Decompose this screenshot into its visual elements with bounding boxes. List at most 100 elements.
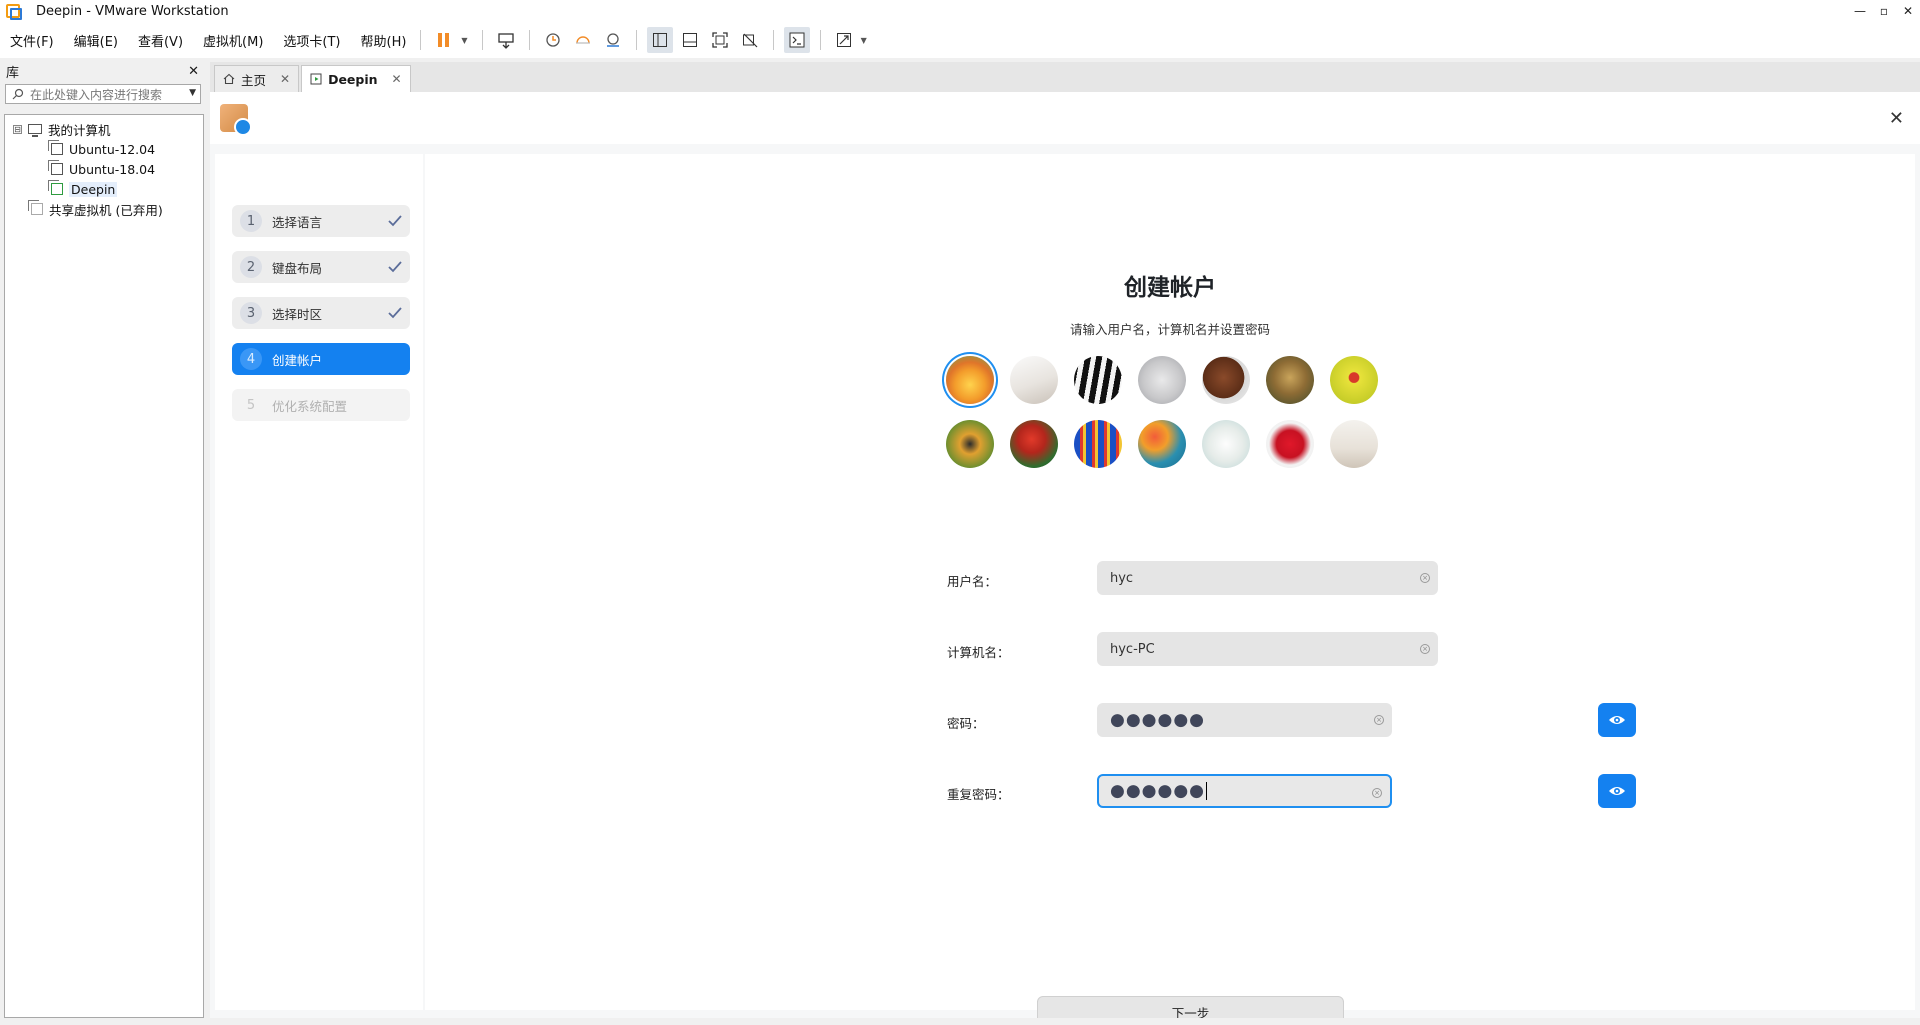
hostname-value: hyc-PC [1110, 641, 1155, 657]
tab-home[interactable]: 主页 ✕ [214, 65, 300, 92]
next-button[interactable]: 下一步 [1037, 996, 1344, 1018]
avatar-paper[interactable] [1010, 356, 1058, 404]
tree-item-shared-vms[interactable]: 共享虚拟机 (已弃用) [5, 199, 203, 219]
page-title: 创建帐户 [1124, 275, 1216, 301]
tree-label: Deepin [69, 181, 118, 197]
step-number: 1 [240, 210, 262, 232]
avatar-room[interactable] [1330, 420, 1378, 468]
pause-dropdown-icon[interactable]: ▼ [461, 36, 467, 45]
installer-close-button[interactable]: ✕ [1889, 108, 1904, 129]
unity-icon[interactable] [737, 27, 763, 53]
hostname-field[interactable]: hyc-PC × [1097, 632, 1438, 666]
eye-icon [1609, 716, 1625, 724]
repeat-password-value: ●●●●●● [1110, 781, 1206, 801]
tab-close-icon[interactable]: ✕ [280, 72, 290, 86]
computer-icon [28, 124, 42, 137]
avatar-horse[interactable] [1202, 356, 1250, 404]
menu-file[interactable]: 文件(F) [10, 31, 54, 50]
search-icon [12, 88, 24, 100]
tree-item-vm[interactable]: Ubuntu-18.04 [5, 159, 203, 179]
tree-label: Ubuntu-12.04 [69, 141, 156, 157]
search-placeholder: 在此处键入内容进行搜索 [30, 87, 163, 102]
avatar-ladybug[interactable] [1330, 356, 1378, 404]
avatar-balloon[interactable] [1074, 420, 1122, 468]
tab-close-icon[interactable]: ✕ [392, 72, 402, 86]
home-icon [223, 73, 235, 85]
show-password-button[interactable] [1598, 703, 1636, 737]
repeat-password-field[interactable]: ●●●●●● × [1097, 774, 1392, 808]
library-view-icon[interactable] [646, 27, 673, 53]
tree-item-vm[interactable]: Ubuntu-12.04 [5, 139, 203, 159]
username-label: 用户名： [947, 574, 998, 589]
library-search-input[interactable]: 在此处键入内容进行搜索 ▼ [5, 84, 201, 104]
stretch-icon[interactable] [831, 27, 857, 53]
avatar-ribbon[interactable] [1202, 420, 1250, 468]
username-field[interactable]: hyc × [1097, 561, 1438, 595]
step-label: 创建帐户 [272, 352, 323, 368]
username-value: hyc [1110, 570, 1134, 586]
running-vm-icon [48, 180, 63, 195]
avatar-flower[interactable] [946, 356, 994, 404]
avatar-balloons[interactable] [1138, 420, 1186, 468]
step-number: 4 [240, 348, 262, 370]
page-subtitle: 请输入用户名，计算机名并设置密码 [1069, 322, 1270, 337]
installer-steps: 1 选择语言 2 键盘布局 3 选择时区 4 创建帐户 5 优化系统配置 [215, 154, 423, 1010]
avatar-heart[interactable] [1266, 420, 1314, 468]
eye-icon [1609, 787, 1625, 795]
clear-icon[interactable]: × [1420, 573, 1430, 583]
clear-icon[interactable]: × [1374, 715, 1384, 725]
create-account-panel: 创建帐户 请输入用户名，计算机名并设置密码 用户名： hyc × 计算机名： h… [425, 154, 1915, 1018]
vmware-logo-icon [6, 4, 22, 20]
library-tree: ⊟ 我的计算机 Ubuntu-12.04 Ubuntu-18.04 Deepin… [4, 114, 204, 1018]
maximize-button[interactable]: ▫ [1872, 0, 1896, 22]
console-icon[interactable] [783, 27, 810, 53]
password-field[interactable]: ●●●●●● × [1097, 703, 1392, 737]
revert-snapshot-icon[interactable] [570, 27, 596, 53]
window-title: Deepin - VMware Workstation [36, 3, 229, 19]
minimize-button[interactable]: — [1848, 0, 1872, 22]
step-label: 键盘布局 [272, 260, 323, 276]
menu-bar: 文件(F) 编辑(E) 查看(V) 虚拟机(M) 选项卡(T) 帮助(H) ▼ … [0, 22, 1920, 58]
snapshot-icon[interactable] [540, 27, 566, 53]
installer-header: ✕ [210, 92, 1920, 144]
tree-item-my-computer[interactable]: ⊟ 我的计算机 [5, 119, 203, 139]
vm-guest-screen[interactable]: ✕ 1 选择语言 2 键盘布局 3 选择时区 4 创建帐户 5 优化系统配置 创… [210, 92, 1920, 1018]
close-window-button[interactable]: ✕ [1896, 0, 1920, 22]
tree-label: 共享虚拟机 (已弃用) [49, 202, 163, 218]
library-close-button[interactable]: ✕ [188, 64, 199, 79]
library-header: 库 ✕ [0, 62, 205, 81]
clear-icon[interactable]: × [1372, 788, 1382, 798]
collapse-icon[interactable]: ⊟ [13, 124, 22, 134]
thumbnail-bar-icon[interactable] [677, 27, 703, 53]
snapshot-manager-icon[interactable] [600, 27, 626, 53]
tree-item-vm-running[interactable]: Deepin [5, 179, 203, 199]
tab-label: 主页 [241, 72, 267, 88]
menu-help[interactable]: 帮助(H) [361, 31, 407, 50]
show-repeat-password-button[interactable] [1598, 774, 1636, 808]
clear-icon[interactable]: × [1420, 644, 1430, 654]
tab-deepin[interactable]: Deepin ✕ [301, 65, 411, 92]
installer-logo-icon [220, 104, 252, 136]
vm-icon [48, 140, 63, 155]
avatar-piano[interactable] [1074, 356, 1122, 404]
menu-tabs[interactable]: 选项卡(T) [283, 31, 340, 50]
text-caret [1206, 782, 1208, 800]
fullscreen-icon[interactable] [707, 27, 733, 53]
search-dropdown-icon[interactable]: ▼ [189, 88, 196, 98]
stretch-dropdown-icon[interactable]: ▼ [861, 36, 867, 45]
tree-label: 我的计算机 [48, 122, 111, 138]
menu-view[interactable]: 查看(V) [138, 31, 183, 50]
avatar-leopard[interactable] [1266, 356, 1314, 404]
avatar-parrot[interactable] [1010, 420, 1058, 468]
pause-icon[interactable] [431, 27, 457, 53]
avatar-cat[interactable] [1138, 356, 1186, 404]
menu-edit[interactable]: 编辑(E) [74, 31, 118, 50]
send-ctrl-alt-del-icon[interactable] [493, 27, 519, 53]
password-value: ●●●●●● [1110, 710, 1206, 730]
running-vm-icon [310, 73, 322, 85]
toolbar-separator [528, 30, 530, 50]
step-keyboard-layout: 2 键盘布局 [232, 251, 410, 283]
step-optimize-system: 5 优化系统配置 [232, 389, 410, 421]
menu-vm[interactable]: 虚拟机(M) [203, 31, 263, 50]
avatar-butterfly[interactable] [946, 420, 994, 468]
